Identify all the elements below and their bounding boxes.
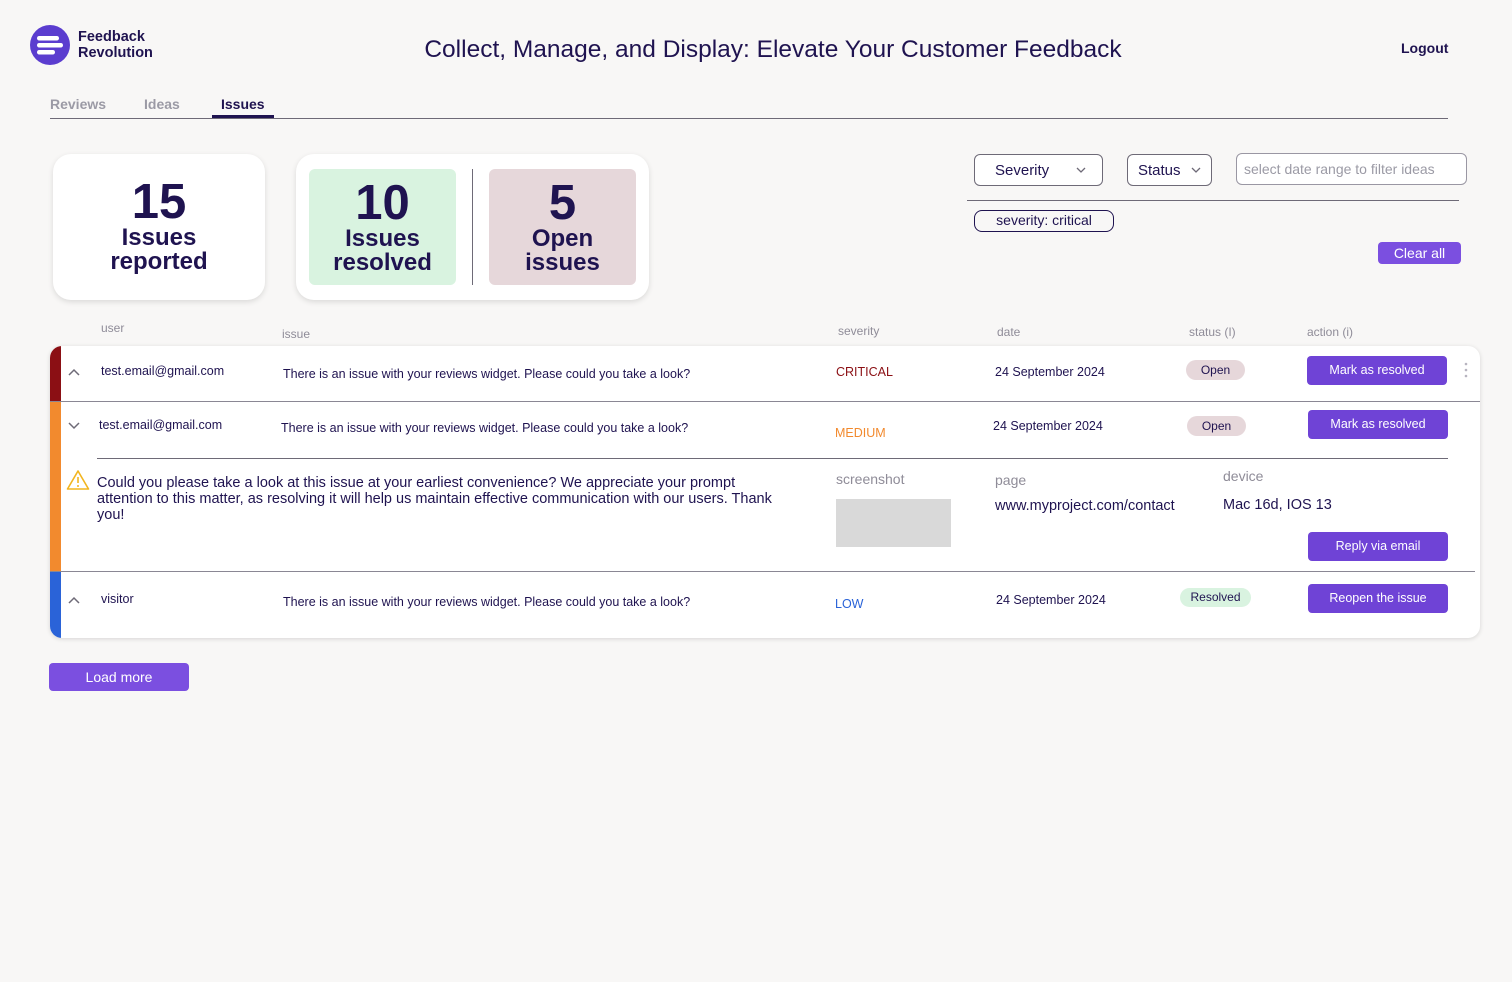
filter-divider <box>967 200 1459 201</box>
row-date: 24 September 2024 <box>993 419 1103 433</box>
device-value: Mac 16d, IOS 13 <box>1223 497 1332 513</box>
reopen-issue-button[interactable]: Reopen the issue <box>1308 584 1448 613</box>
page-title: Collect, Manage, and Display: Elevate Yo… <box>424 36 1122 63</box>
logout-button[interactable]: Logout <box>1401 40 1448 56</box>
row-issue: There is an issue with your reviews widg… <box>283 595 691 609</box>
stat-card-resolution: 10 Issues resolved 5 Open issues <box>296 154 649 300</box>
status-badge: Open <box>1186 360 1245 380</box>
column-header-issue: issue <box>282 327 311 341</box>
status-badge: Resolved <box>1180 588 1251 607</box>
screenshot-label: screenshot <box>836 471 905 487</box>
issues-resolved-label-2: resolved <box>333 249 432 276</box>
row-date: 24 September 2024 <box>996 593 1106 607</box>
row-severity: LOW <box>835 597 864 611</box>
more-options-icon[interactable] <box>1464 362 1468 378</box>
row-user: test.email@gmail.com <box>101 364 225 378</box>
issues-table: test.email@gmail.com There is an issue w… <box>50 346 1480 638</box>
tabs-divider <box>50 118 1448 119</box>
row-issue: There is an issue with your reviews widg… <box>281 421 689 435</box>
issues-reported-label-2: reported <box>110 248 208 275</box>
issues-reported-label-1: Issues <box>121 224 197 251</box>
reply-via-email-button[interactable]: Reply via email <box>1308 532 1448 561</box>
status-select-value: Status <box>1138 161 1181 179</box>
row-divider <box>50 401 1480 402</box>
column-header-date: date <box>997 325 1021 339</box>
active-filter-chip[interactable]: severity: critical <box>974 210 1114 232</box>
column-header-status: status (I) <box>1189 325 1236 339</box>
severity-select[interactable]: Severity <box>974 154 1103 186</box>
row-issue: There is an issue with your reviews widg… <box>283 367 691 381</box>
device-label: device <box>1223 468 1264 484</box>
row-date: 24 September 2024 <box>995 365 1105 379</box>
detail-divider <box>97 458 1448 459</box>
chevron-up-icon[interactable] <box>68 368 80 376</box>
row-divider <box>50 571 1475 572</box>
tab-ideas[interactable]: Ideas <box>144 96 180 112</box>
severity-select-value: Severity <box>995 161 1050 179</box>
issues-resolved-label-1: Issues <box>345 225 420 252</box>
status-badge: Open <box>1187 416 1246 436</box>
issues-reported-count: 15 <box>131 175 187 229</box>
status-select[interactable]: Status <box>1127 154 1212 186</box>
screenshot-thumbnail[interactable] <box>836 499 951 547</box>
row-severity: MEDIUM <box>835 426 886 440</box>
column-header-severity: severity <box>838 324 880 338</box>
chevron-down-icon <box>1076 167 1086 173</box>
severity-bar-critical <box>50 346 61 402</box>
page-value: www.myproject.com/contact <box>995 498 1175 514</box>
severity-bar-medium <box>50 402 61 572</box>
mark-resolved-button[interactable]: Mark as resolved <box>1307 356 1447 385</box>
issues-resolved-tile: 10 Issues resolved <box>309 169 456 285</box>
load-more-button[interactable]: Load more <box>49 663 189 691</box>
severity-bar-low <box>50 572 61 638</box>
chevron-down-icon <box>1191 167 1201 173</box>
open-issues-tile: 5 Open issues <box>489 169 636 285</box>
tab-reviews[interactable]: Reviews <box>50 96 106 112</box>
chevron-down-icon[interactable] <box>68 422 80 430</box>
row-user: visitor <box>101 592 134 606</box>
open-issues-label-1: Open <box>531 225 594 252</box>
chevron-up-icon[interactable] <box>68 596 80 604</box>
open-issues-count: 5 <box>548 176 577 230</box>
row-user: test.email@gmail.com <box>99 418 223 432</box>
clear-all-button[interactable]: Clear all <box>1378 242 1461 264</box>
date-range-input[interactable] <box>1236 153 1467 185</box>
column-header-action: action (i) <box>1307 325 1354 339</box>
mark-resolved-button[interactable]: Mark as resolved <box>1308 410 1448 439</box>
column-header-user: user <box>101 321 125 335</box>
issues-resolved-count: 10 <box>355 176 410 230</box>
page-label: page <box>995 472 1027 488</box>
tab-issues[interactable]: Issues <box>221 96 265 112</box>
issue-message: Could you please take a look at this iss… <box>97 475 772 523</box>
open-issues-label-2: issues <box>525 249 600 276</box>
warning-icon <box>66 470 90 490</box>
row-severity: CRITICAL <box>836 365 893 379</box>
stat-card-reported: 15 Issues reported <box>53 154 265 300</box>
stat-divider <box>472 169 473 285</box>
